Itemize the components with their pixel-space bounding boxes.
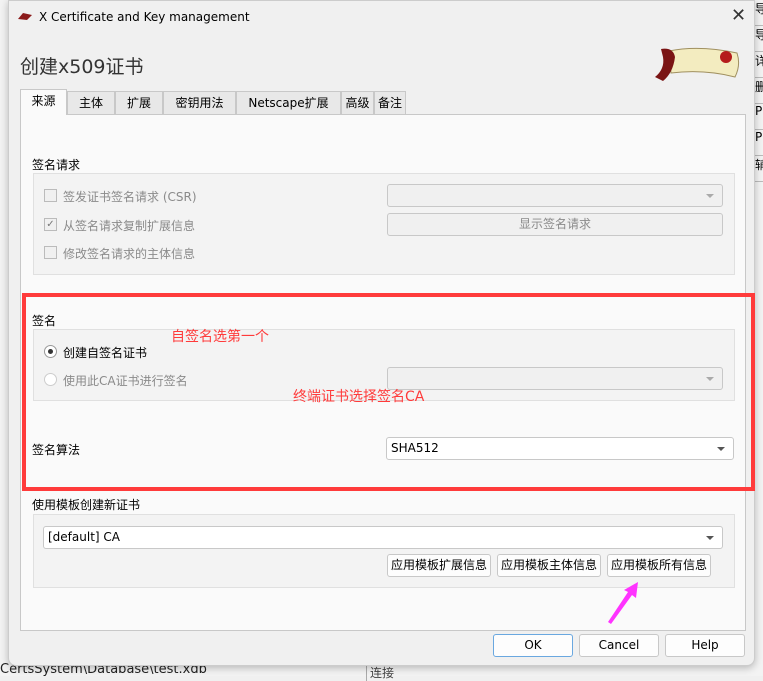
bg-fragment: P bbox=[755, 130, 763, 156]
bg-fragment: 详 bbox=[755, 52, 763, 78]
apply-extensions-button[interactable]: 应用模板扩展信息 bbox=[387, 554, 491, 577]
page-title: 创建x509证书 bbox=[20, 56, 144, 78]
tab-subject[interactable]: 主体 bbox=[67, 91, 115, 114]
apply-all-button[interactable]: 应用模板所有信息 bbox=[607, 554, 711, 577]
close-icon[interactable]: ✕ bbox=[731, 5, 746, 26]
signing-request-group: 签发证书签名请求 (CSR) ✓ 从签名请求复制扩展信息 修改签名请求的主体信息… bbox=[33, 173, 735, 275]
app-logo-icon bbox=[18, 13, 32, 20]
bg-fragment: 导 bbox=[755, 0, 763, 26]
apply-subject-button[interactable]: 应用模板主体信息 bbox=[497, 554, 601, 577]
chevron-down-icon bbox=[706, 536, 714, 540]
tab-source[interactable]: 来源 bbox=[20, 89, 67, 115]
csr-select[interactable] bbox=[387, 184, 723, 207]
tab-key-usage[interactable]: 密钥用法 bbox=[163, 91, 236, 114]
template-value: [default] CA bbox=[48, 530, 120, 544]
annotation-note-self-signed: 自签名选第一个 bbox=[171, 329, 269, 345]
chevron-down-icon bbox=[706, 194, 714, 198]
status-right: 连接 bbox=[366, 664, 394, 681]
sign-csr-label: 签发证书签名请求 (CSR) bbox=[63, 190, 197, 204]
tab-netscape[interactable]: Netscape扩展 bbox=[236, 91, 341, 114]
sign-csr-checkbox[interactable] bbox=[44, 189, 57, 202]
background-side-fragments: 导 导 详 删 PK P 辅 bbox=[755, 0, 763, 182]
help-button[interactable]: Help bbox=[665, 634, 745, 657]
bg-fragment: 辅 bbox=[755, 156, 763, 182]
modify-subject-label: 修改签名请求的主体信息 bbox=[63, 247, 196, 261]
bg-fragment: 删 bbox=[755, 78, 763, 104]
copy-extensions-checkbox[interactable]: ✓ bbox=[44, 218, 57, 231]
copy-extensions-label: 从签名请求复制扩展信息 bbox=[63, 219, 196, 233]
signing-request-title: 签名请求 bbox=[32, 158, 81, 172]
annotation-arrow-icon bbox=[608, 582, 638, 624]
bg-fragment: PK bbox=[755, 104, 763, 130]
annotation-note-end-entity: 终端证书选择签名CA bbox=[293, 389, 425, 405]
tab-extensions[interactable]: 扩展 bbox=[115, 91, 163, 114]
tab-comment[interactable]: 备注 bbox=[374, 91, 406, 114]
template-title: 使用模板创建新证书 bbox=[32, 498, 141, 512]
modify-subject-checkbox[interactable] bbox=[44, 246, 57, 259]
show-request-button[interactable]: 显示签名请求 bbox=[387, 213, 723, 236]
title-bar: X Certificate and Key management ✕ bbox=[9, 1, 754, 33]
cancel-button[interactable]: Cancel bbox=[579, 634, 659, 657]
tab-advanced[interactable]: 高级 bbox=[341, 91, 374, 114]
bg-fragment: 导 bbox=[755, 26, 763, 52]
certificate-scroll-logo bbox=[655, 47, 740, 81]
template-select[interactable]: [default] CA bbox=[43, 526, 723, 549]
ok-button[interactable]: OK bbox=[493, 634, 573, 657]
template-group: [default] CA 应用模板扩展信息 应用模板主体信息 应用模板所有信息 bbox=[33, 514, 735, 588]
window-title: X Certificate and Key management bbox=[39, 10, 250, 24]
